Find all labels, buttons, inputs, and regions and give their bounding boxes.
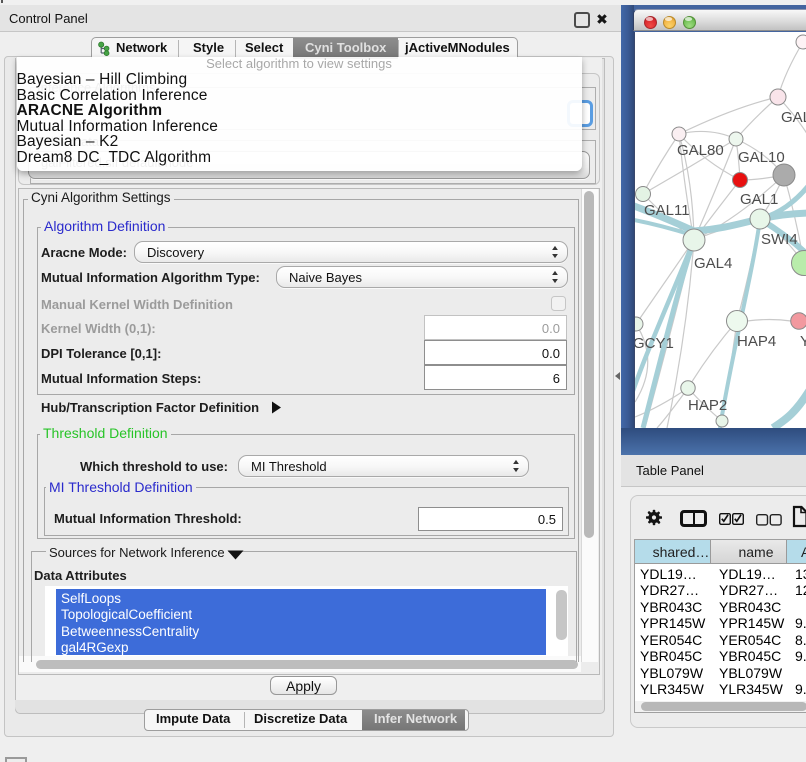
svg-text:HAP4: HAP4 xyxy=(737,333,776,350)
svg-text:GAL4: GAL4 xyxy=(694,255,732,272)
svg-text:HAP2: HAP2 xyxy=(688,397,727,414)
svg-text:GCY1: GCY1 xyxy=(635,335,674,352)
svg-text:GAL2: GAL2 xyxy=(781,109,806,126)
svg-text:GAL11: GAL11 xyxy=(644,202,690,219)
svg-text:Y: Y xyxy=(800,333,806,350)
svg-text:GAL1: GAL1 xyxy=(740,191,778,208)
svg-text:GAL80: GAL80 xyxy=(677,142,724,159)
svg-text:SWI4: SWI4 xyxy=(761,231,798,248)
svg-text:GAL10: GAL10 xyxy=(738,149,785,166)
